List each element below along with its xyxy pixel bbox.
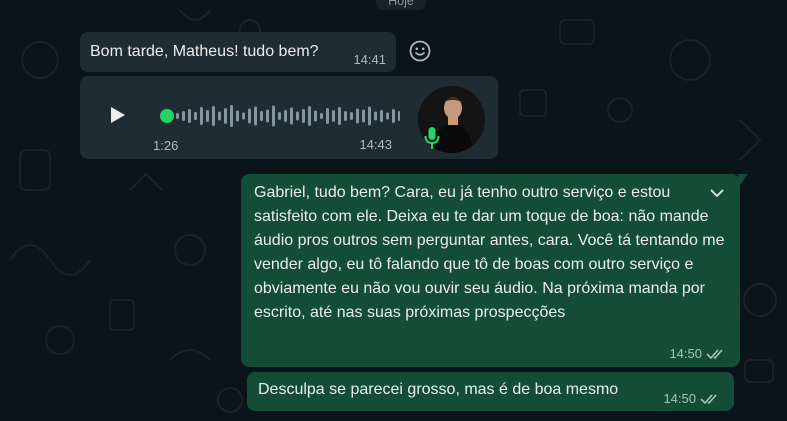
waveform-bar — [320, 113, 323, 119]
waveform-bar — [278, 112, 281, 120]
waveform-bar — [176, 113, 179, 119]
audio-duration: 1:26 — [153, 138, 179, 153]
waveform-bar — [248, 108, 251, 124]
waveform-bar — [284, 110, 287, 122]
waveform-bar — [374, 111, 377, 121]
waveform-bar — [188, 109, 191, 123]
bubble-tail — [738, 174, 748, 188]
waveform-bar — [302, 109, 305, 123]
smile-icon[interactable] — [409, 40, 431, 62]
waveform-bar — [314, 110, 317, 122]
message-text: Desculpa se parecei grosso, mas é de boa… — [258, 381, 619, 398]
waveform-bar — [242, 112, 245, 120]
message-time: 14:50 — [669, 346, 702, 361]
date-divider: Hoje — [376, 0, 426, 10]
waveform-bar — [290, 107, 293, 125]
waveform-bar — [218, 111, 221, 121]
waveform-bar — [266, 109, 269, 123]
mic-icon — [424, 127, 440, 149]
incoming-audio-message[interactable]: 1:26 14:43 — [80, 76, 498, 159]
outgoing-message[interactable]: Desculpa se parecei grosso, mas é de boa… — [247, 372, 734, 411]
waveform-bar — [212, 106, 215, 126]
waveform-bar — [380, 110, 383, 122]
waveform-bar — [362, 109, 365, 123]
waveform-bar — [368, 106, 371, 126]
waveform-bar — [230, 105, 233, 127]
waveform-bar — [338, 107, 341, 125]
message-time: 14:43 — [359, 137, 392, 152]
double-check-icon — [706, 349, 723, 360]
waveform-bar — [254, 106, 257, 126]
outgoing-message[interactable]: Gabriel, tudo bem? Cara, eu já tenho out… — [241, 174, 748, 367]
waveform-bar — [224, 108, 227, 124]
waveform-bar — [272, 105, 275, 127]
double-check-icon — [700, 394, 717, 405]
waveform-bar — [386, 112, 389, 120]
audio-progress-handle[interactable] — [160, 109, 174, 123]
chevron-down-icon[interactable] — [710, 188, 724, 198]
waveform-bar — [200, 107, 203, 125]
waveform-bar — [296, 111, 299, 121]
play-icon[interactable] — [110, 106, 126, 124]
message-time: 14:41 — [353, 52, 386, 67]
waveform-bar — [206, 110, 209, 122]
waveform-bar — [308, 106, 311, 126]
waveform-bar — [344, 111, 347, 121]
waveform-bar — [326, 108, 329, 124]
waveform-bar — [182, 111, 185, 121]
message-time: 14:50 — [663, 391, 696, 406]
waveform-bar — [392, 109, 395, 123]
audio-waveform[interactable] — [160, 104, 400, 128]
waveform-bar — [260, 111, 263, 121]
message-text: Bom tarde, Matheus! tudo bem? — [90, 43, 319, 60]
waveform-bar — [194, 112, 197, 120]
message-text: Gabriel, tudo bem? Cara, eu já tenho out… — [254, 184, 725, 321]
waveform-bar — [356, 108, 359, 124]
waveform-bar — [398, 111, 400, 121]
waveform-bar — [350, 112, 353, 120]
waveform-bar — [332, 110, 335, 122]
waveform-bar — [236, 110, 239, 122]
incoming-message[interactable]: Bom tarde, Matheus! tudo bem? 14:41 — [80, 32, 396, 72]
